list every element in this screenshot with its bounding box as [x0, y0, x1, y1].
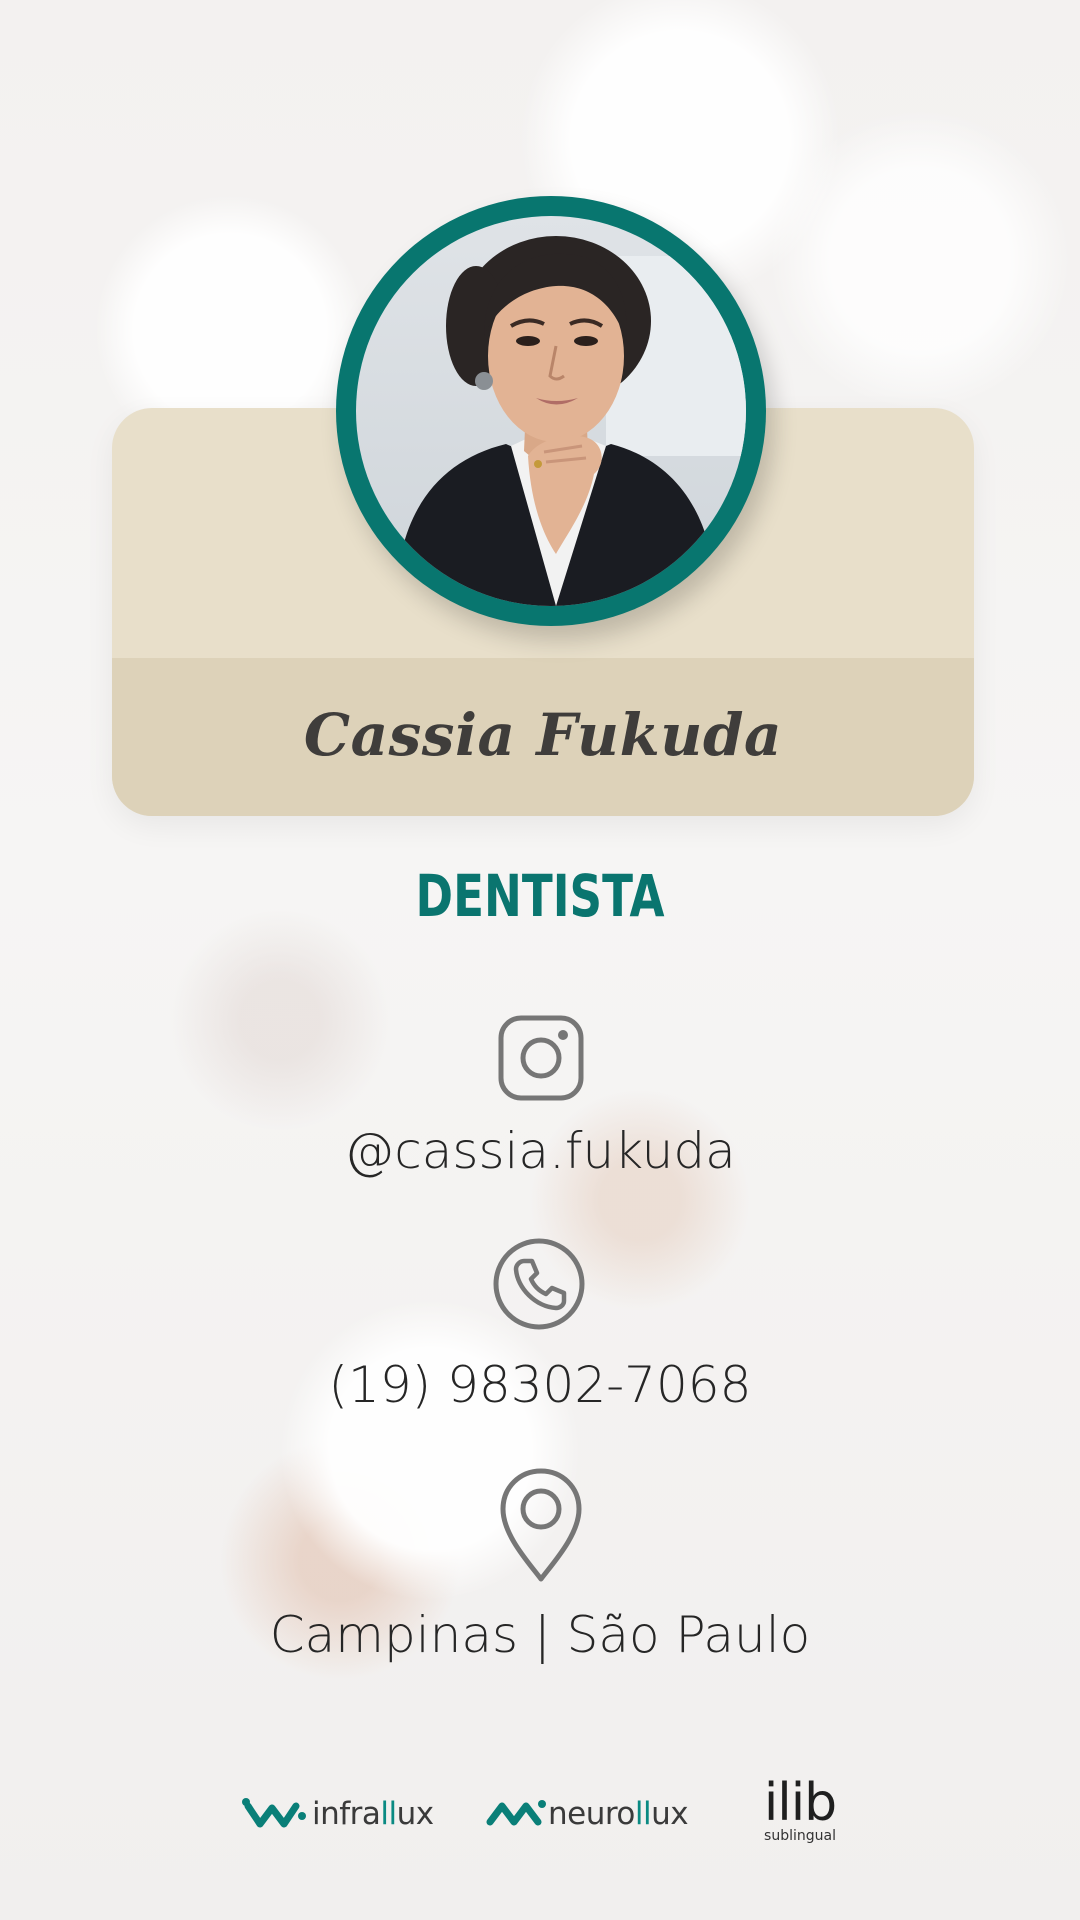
ilib-subtitle: sublingual [764, 1828, 836, 1844]
infralux-wordmark: infrallux [312, 1796, 434, 1832]
instagram-handle[interactable]: @cassia.fukuda [0, 1122, 1080, 1180]
ilib-logo: ilib sublingual [755, 1773, 845, 1850]
location-text: Campinas | São Paulo [269, 1606, 811, 1664]
neurolux-logo: neurollux [484, 1794, 689, 1834]
phone-icon[interactable] [492, 1237, 586, 1331]
name-band: Cassia Fukuda [112, 658, 974, 816]
infralux-symbol-icon [242, 1798, 306, 1828]
profile-photo [336, 196, 766, 626]
profile-photo-image [356, 216, 746, 606]
ilib-wordmark: ilib [763, 1773, 837, 1833]
portrait-illustration [396, 236, 746, 606]
infralux-logo: infrallux [242, 1794, 434, 1834]
neurolux-wordmark: neurollux [548, 1796, 689, 1832]
profile-name: Cassia Fukuda [303, 701, 783, 769]
location-pin-icon [500, 1468, 582, 1582]
profession-title: DENTISTA [415, 862, 665, 930]
instagram-icon[interactable] [498, 1015, 584, 1101]
sponsor-logos: infrallux neurollux ilib sublingual [0, 1773, 1080, 1850]
phone-number[interactable]: (19) 98302-7068 [0, 1356, 1080, 1414]
neurolux-symbol-icon [486, 1800, 546, 1826]
